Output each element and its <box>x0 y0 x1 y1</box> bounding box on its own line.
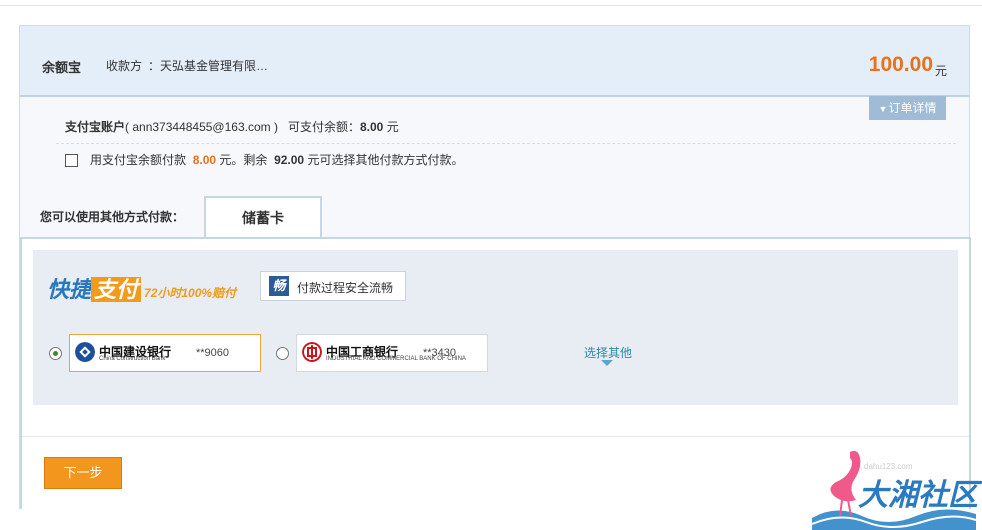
use-balance-row: 用支付宝余额付款 8.00 元。剩余 92.00 元可选择其他付款方式付款。 <box>65 151 463 168</box>
account-email: ( ann373448455@163.com ) <box>125 120 278 134</box>
balance-label: 可支付余额： <box>287 120 360 134</box>
balance-value: 8.00 <box>360 120 384 134</box>
bank-english-name: China Construction Bank <box>99 356 166 362</box>
payment-panel: 余额宝 收款方 ：天弘基金管理有限… 100.00 元 ▼订单详情 支付宝账户(… <box>19 25 971 509</box>
next-step-button[interactable]: 下一步 <box>44 457 122 489</box>
safe-badge-text: 付款过程安全流畅 <box>297 281 394 295</box>
order-details-label: 订单详情 <box>888 101 937 115</box>
footer-divider <box>22 436 969 437</box>
other-methods-label: 您可以使用其他方式付款： <box>40 210 185 224</box>
bank-radio-icbc[interactable] <box>276 347 289 360</box>
ccb-logo-icon <box>75 342 95 362</box>
order-amount: 100.00 <box>868 53 933 76</box>
payee-name: ：天弘基金管理有限… <box>148 59 269 73</box>
quick-pay-logo: 快捷 支付 72小时100%赔付 <box>47 272 236 304</box>
quick-pay-logo-part2: 支付 <box>91 277 142 302</box>
remaining-amount: 92.00 <box>274 153 305 167</box>
use-balance-suffix: 元可选择其他付款方式付款。 <box>307 153 464 167</box>
use-balance-checkbox[interactable] <box>65 154 78 167</box>
use-balance-amount: 8.00 <box>192 153 217 167</box>
account-label: 支付宝账户 <box>65 120 126 134</box>
smooth-icon: 畅 <box>269 276 289 296</box>
order-header: 余额宝 收款方 ：天弘基金管理有限… 100.00 元 <box>20 26 969 97</box>
top-divider <box>0 0 982 6</box>
bank-option-ccb[interactable]: 中国建设银行 China Construction Bank **9060 <box>69 334 261 372</box>
balance-unit: 元 <box>386 120 399 134</box>
bank-radio-ccb[interactable] <box>49 347 62 360</box>
chevron-down-icon[interactable] <box>601 360 613 366</box>
product-name: 余额宝 <box>42 60 82 75</box>
account-row: 支付宝账户( ann373448455@163.com ) 可支付余额：8.00… <box>65 118 399 135</box>
bank-option-icbc[interactable]: 中国工商银行 INDUSTRIAL AND COMMERCIAL BANK OF… <box>296 334 488 372</box>
card-number: **9060 <box>196 347 230 359</box>
safe-badge: 畅 付款过程安全流畅 <box>260 271 406 301</box>
use-balance-prefix: 用支付宝余额付款 <box>90 153 187 167</box>
icbc-logo-icon <box>302 342 322 362</box>
tab-debit-card[interactable]: 储蓄卡 <box>204 196 322 240</box>
use-balance-middle: 元。剩余 <box>219 153 268 167</box>
quick-pay-promise: 72小时100%赔付 <box>144 286 237 300</box>
card-number: **3430 <box>423 347 457 359</box>
quick-pay-box: 快捷 支付 72小时100%赔付 畅 付款过程安全流畅 中国建设银行 China C… <box>33 250 958 405</box>
choose-other-link[interactable]: 选择其他 <box>584 344 632 361</box>
order-details-button[interactable]: ▼订单详情 <box>869 96 946 120</box>
quick-pay-logo-part1: 快捷 <box>47 277 92 302</box>
watermark-text: 大湘社区 <box>858 479 978 512</box>
payee-label: 收款方 <box>106 59 143 73</box>
dashed-divider <box>56 143 956 144</box>
caret-down-icon: ▼ <box>878 104 888 114</box>
amount-currency: 元 <box>934 64 947 78</box>
